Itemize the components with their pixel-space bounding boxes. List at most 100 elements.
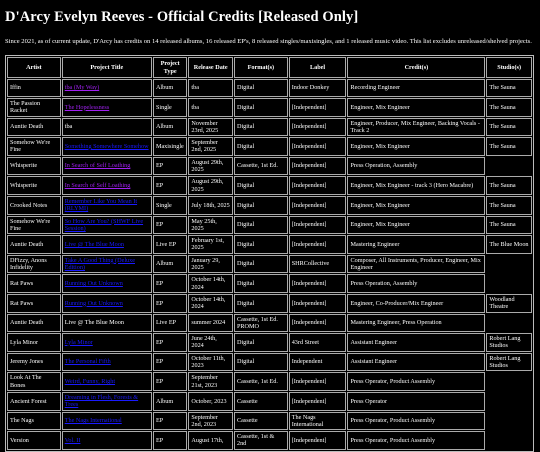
page-title: D'Arcy Evelyn Reeves - Official Credits … [5,9,359,25]
cell-formats: Digital [233,79,288,97]
project-link[interactable]: Remember Like You Mean It (RLYMI) [65,198,137,212]
cell-release-date: September 2nd, 2023 [188,411,233,431]
cell-formats: Digital [233,137,288,156]
header-project-type: Project Type [152,57,188,78]
project-link[interactable]: Weird, Funny, Right [65,378,115,385]
project-link[interactable]: Lyla Minor [65,339,93,346]
cell-release-date: January 29, 2025 [188,254,233,274]
project-link[interactable]: Vol. II [65,437,81,444]
cell-release-date: August 29th, 2025 [188,156,233,176]
cell-formats: Cassette, 1st Ed. [233,156,288,176]
table-row: Auntie Death Live @ The Blue Moon Live EP F… [7,235,532,254]
cell-credits: Press Operator, Product Assembly [347,372,486,391]
cell-formats: Cassette [233,411,288,431]
cell-label: [Independent] [288,313,347,333]
cell-release-date: May 25th, 2025 [188,215,233,235]
cell-project-type: Live EP [152,235,188,254]
cell-studio: The Sauna [486,79,532,97]
cell-release-date: September 2nd, 2025 [188,137,233,156]
cell-project-title: The Nags International [61,411,152,431]
cell-credits: Engineer, Mix Engineer [347,195,486,215]
cell-label: [Independent] [288,137,347,156]
cell-release-date: tba [188,98,233,117]
cell-formats: Digital [233,176,288,195]
cell-formats: Cassette, 1st & 2nd [233,431,288,450]
cell-artist: Iffin [7,79,61,97]
project-link[interactable]: The Personal Fifth [65,358,111,365]
cell-artist: Whisperite [7,176,61,195]
cell-credits: Engineer, Producer, Mix Engineer, Backin… [347,117,486,137]
table-row: The Nags The Nags International EP Septembe… [7,411,532,431]
cell-project-title: Take A Good Thing (Deluxe Edition) [61,254,152,274]
project-link[interactable]: The Nags International [65,417,122,424]
cell-credits: Assistant Engineer [347,333,486,352]
cell-studio [486,314,532,333]
table-row: Jeremy Jones The Personal Fifth EP October … [7,352,532,372]
project-link[interactable]: tba (My Way) [65,84,99,91]
cell-formats: Digital [233,98,288,117]
cell-project-title: tba (My Way) [61,79,152,97]
cell-label: [Independent] [288,98,347,117]
project-link[interactable]: So How Are You? (SHWF Live Session) [65,218,143,232]
cell-artist: The Nags [7,411,61,431]
cell-release-date: October 14th, 2024 [188,274,233,293]
cell-formats: Cassette, 1st Ed. [233,372,288,391]
cell-label: [Independent] [288,274,347,293]
header-release-date: Release Date [188,57,233,78]
cell-project-type: EP [152,293,188,313]
credits-table: Artist Project Title Project Type Releas… [5,55,534,452]
cell-artist: Rat Paws [7,274,61,293]
cell-artist: Look At The Bones [7,372,61,391]
table-row: Auntie Death Live @ The Blue Moon Live EP s… [7,313,532,333]
cell-label: The Nags International [288,411,347,431]
cell-credits: Assistant Engineer [347,352,486,372]
cell-artist: Ancient Forest [7,391,61,411]
cell-formats: Cassette [233,391,288,411]
cell-label: [Independent] [288,431,347,450]
cell-project-title: Running Out Unknown [61,293,152,313]
cell-studio [486,372,532,391]
cell-artist: DFizzy, Anons Infidelity [7,254,61,274]
cell-formats: Digital [233,333,288,352]
project-link[interactable]: Running Out Unknown [65,300,123,307]
cell-artist: The Passion Racket [7,98,61,117]
project-link[interactable]: Something Somewhere Somehow [65,143,149,150]
cell-artist: Rat Paws [7,293,61,313]
cell-studio [486,274,532,293]
cell-project-type: EP [152,431,188,450]
cell-label: Indoor Donkey [288,79,347,97]
project-link[interactable]: Take A Good Thing (Deluxe Edition) [65,257,135,271]
project-link[interactable]: Running Out Unknown [65,280,123,287]
cell-release-date: August 29th, 2025 [188,176,233,195]
cell-release-date: October 14th, 2024 [188,293,233,313]
cell-project-type: Album [152,79,188,97]
table-row: Auntie Death tba Album November 23rd, 2025 D… [7,117,532,137]
cell-project-title: The Personal Fifth [61,352,152,372]
cell-credits: Mastering Engineer [347,235,486,254]
cell-project-title: In Search of Self Loathing [61,176,152,195]
project-link[interactable]: In Search of Self Loathing [65,162,131,169]
cell-studio [486,392,532,411]
cell-label: [Independent] [288,176,347,195]
cell-label: [Independent] [288,117,347,137]
cell-artist: Auntie Death [7,313,61,333]
project-link[interactable]: Dreaming in Flesh, Forests & Trees [65,394,138,408]
project-link[interactable]: Live @ The Blue Moon [65,241,124,248]
cell-formats: Digital [233,352,288,372]
cell-release-date: September 21st, 2023 [188,372,233,391]
table-row: Crooked Notes Remember Like You Mean It (… [7,195,532,215]
cell-project-title: Dreaming in Flesh, Forests & Trees [61,391,152,411]
cell-studio: Woodland Theatre [486,293,532,313]
cell-artist: Lyla Minor [7,333,61,352]
cell-release-date: October 11th, 2023 [188,352,233,372]
cell-studio [486,255,532,274]
cell-studio: The Sauna [486,195,532,215]
project-link[interactable]: In Search of Self Loathing [65,182,131,189]
cell-credits: Composer, All Instruments, Producer, Eng… [347,254,486,274]
cell-project-type: Album [152,117,188,137]
cell-artist: Whisperite [7,156,61,176]
intro-paragraph: Since 2021, as of current update, D'Arcy… [5,38,532,45]
cell-project-title: Lyla Minor [61,333,152,352]
cell-label: SHRCollective [288,254,347,274]
project-link[interactable]: The Hopelessness [65,104,110,111]
